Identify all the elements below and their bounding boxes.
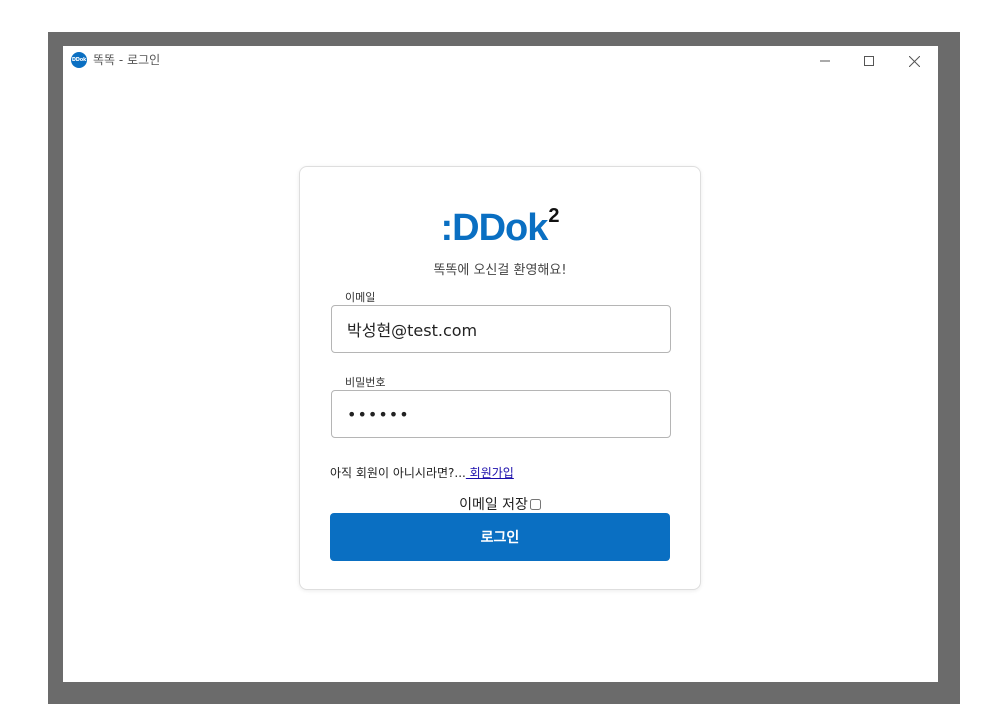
logo-text: :DDok [440, 207, 548, 249]
save-email-checkbox[interactable] [529, 499, 541, 510]
password-field[interactable] [331, 390, 671, 438]
password-label: 비밀번호 [345, 376, 386, 389]
login-card: :DDok2 똑똑에 오신걸 환영해요! 이메일 비밀번호 아직 회원이 아니시… [299, 166, 701, 590]
window-title: 똑똑 - 로그인 [93, 53, 161, 67]
save-email-row: 이메일 저장 [300, 494, 700, 514]
maximize-button[interactable] [854, 50, 884, 72]
minimize-button[interactable] [810, 50, 840, 72]
signup-prompt: 아직 회원이 아니시라면?... [330, 466, 466, 480]
close-button[interactable] [899, 50, 929, 72]
close-icon [908, 55, 920, 67]
ddok-logo: :DDok2 [300, 205, 700, 250]
title-bar[interactable]: DDok 똑똑 - 로그인 [63, 46, 938, 76]
email-field[interactable] [331, 305, 671, 353]
logo-superscript: 2 [548, 205, 560, 227]
signup-link[interactable]: 회원가입 [466, 466, 514, 480]
welcome-message: 똑똑에 오신걸 환영해요! [433, 263, 567, 278]
login-window: DDok 똑똑 - 로그인 :DDok2 똑똑에 오신걸 환영해요! 이메일 비… [63, 46, 938, 682]
minimize-icon [820, 60, 830, 62]
email-label: 이메일 [345, 291, 376, 304]
save-email-label: 이메일 저장 [459, 497, 528, 513]
signup-row: 아직 회원이 아니시라면?... 회원가입 [330, 464, 514, 481]
login-button[interactable]: 로그인 [330, 513, 670, 561]
maximize-icon [864, 56, 874, 66]
ddok-logo-icon: DDok [71, 52, 87, 68]
